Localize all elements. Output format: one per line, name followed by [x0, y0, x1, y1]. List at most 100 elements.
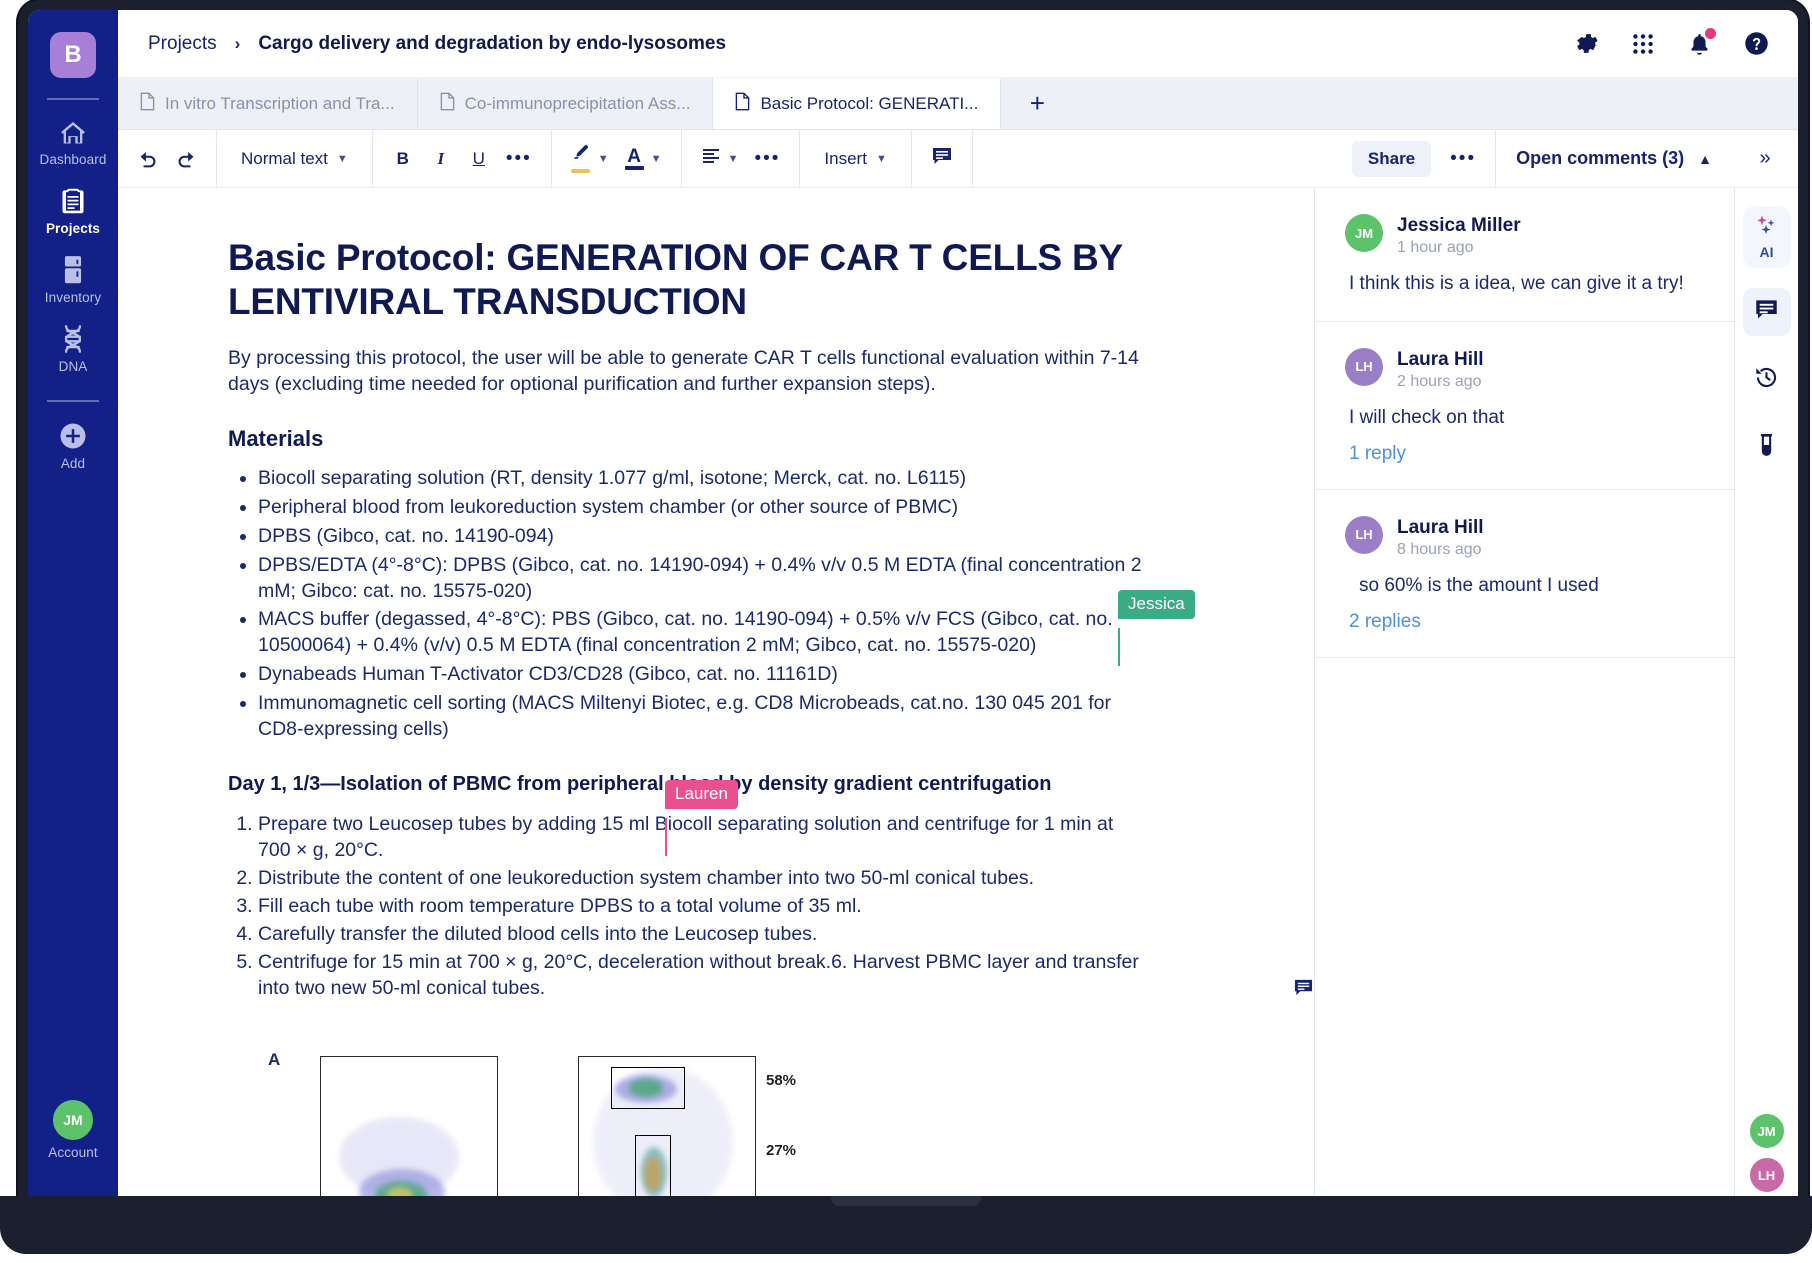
bell-icon[interactable] [1686, 28, 1716, 57]
comment-icon [1754, 298, 1779, 326]
sidebar-item-projects[interactable]: Projects [28, 173, 118, 242]
chevron-down-icon: ▼ [650, 152, 662, 165]
tab-item[interactable]: Co-immunoprecipitation Ass... [417, 78, 714, 129]
presence-avatar[interactable]: LH [1747, 1156, 1786, 1194]
materials-heading: Materials [228, 425, 324, 451]
comments-rail-button[interactable] [1742, 288, 1791, 336]
comment-item[interactable]: JM Jessica Miller 1 hour ago I think thi… [1315, 188, 1734, 322]
device-frame: B Dashboard Projects Inventory DNA Add J… [18, 0, 1808, 1230]
chevron-down-icon: ▼ [727, 152, 739, 165]
undo-icon[interactable] [132, 142, 164, 176]
comment-replies-link[interactable]: 2 replies [1349, 611, 1704, 633]
inline-comment-marker[interactable]: 1 [1293, 978, 1314, 1002]
text-style-label: Normal text [241, 148, 328, 168]
apps-grid-icon[interactable] [1630, 31, 1656, 57]
redo-icon[interactable] [170, 142, 202, 176]
comment-text: I think this is a idea, we can give it a… [1349, 272, 1684, 294]
avatar: JM [53, 1100, 93, 1140]
dna-helix-icon [59, 324, 87, 354]
history-clock-icon [1754, 365, 1779, 395]
chevron-down-icon: ▼ [336, 152, 348, 165]
materials-list: Biocoll separating solution (RT, density… [228, 466, 1148, 743]
document-icon [440, 92, 455, 116]
chevron-down-icon: ▼ [875, 152, 887, 165]
document-more-button[interactable]: ••• [1445, 142, 1481, 176]
comment-item[interactable]: LH Laura Hill 8 hours ago so 60% is the … [1315, 490, 1734, 658]
sidebar-item-label: Add [60, 456, 86, 471]
comment-timestamp: 2 hours ago [1397, 372, 1482, 390]
tab-label: Basic Protocol: GENERATI... [760, 93, 979, 113]
list-item: Distribute the content of one leukoreduc… [258, 866, 1148, 892]
comment-timestamp: 1 hour ago [1397, 238, 1474, 256]
ai-assistant-button[interactable]: AI [1742, 206, 1791, 268]
flow-cytometry-figure: A 58% 27% [258, 1050, 1148, 1220]
list-item: DPBS/EDTA (4°-8°C): DPBS (Gibco, cat. no… [258, 553, 1148, 605]
day-heading: Day 1, 1/3—Isolation of PBMC from periph… [228, 773, 1052, 796]
document-icon [735, 92, 750, 116]
comment-replies-link[interactable]: 1 reply [1349, 443, 1704, 465]
bold-button[interactable]: B [387, 142, 419, 176]
underline-button[interactable]: U [463, 142, 495, 176]
tab-item[interactable]: In vitro Transcription and Tra... [118, 78, 418, 129]
sidebar-item-dna[interactable]: DNA [28, 311, 118, 380]
text-format-more-button[interactable]: ••• [501, 142, 537, 176]
text-style-dropdown[interactable]: Normal text ▼ [231, 142, 358, 176]
list-item: Peripheral blood from leukoreduction sys… [258, 495, 1148, 521]
figure-panel-label: A [268, 1049, 281, 1069]
sidebar-item-add[interactable]: Add [28, 408, 118, 477]
app-logo[interactable]: B [50, 32, 96, 78]
open-comments-toggle[interactable]: Open comments (3) ▲ [1495, 130, 1732, 187]
list-item: Biocoll separating solution (RT, density… [258, 466, 1148, 492]
list-item: DPBS (Gibco, cat. no. 14190-094) [258, 524, 1148, 550]
avatar: LH [1345, 347, 1383, 386]
figure-gate-label: 27% [766, 1141, 797, 1159]
comment-author: Laura Hill [1397, 516, 1484, 538]
comment-icon [931, 146, 953, 171]
sidebar-item-dashboard[interactable]: Dashboard [28, 106, 118, 173]
presence-avatar[interactable]: JM [1747, 1112, 1786, 1150]
comment-item[interactable]: LH Laura Hill 2 hours ago I will check o… [1315, 322, 1734, 490]
comment-text: I will check on that [1349, 406, 1505, 428]
comment-icon [1293, 978, 1314, 1002]
highlighter-icon [571, 144, 591, 167]
insert-dropdown[interactable]: Insert ▼ [814, 142, 896, 176]
tab-label: In vitro Transcription and Tra... [165, 93, 395, 113]
italic-button[interactable]: I [425, 142, 457, 176]
highlight-color-button[interactable]: ▼ [566, 142, 614, 176]
comment-author: Laura Hill [1397, 348, 1484, 370]
device-notch [831, 1196, 981, 1206]
test-tube-icon [1755, 433, 1778, 463]
sidebar-item-inventory[interactable]: Inventory [28, 242, 118, 311]
breadcrumb-root[interactable]: Projects [148, 33, 217, 55]
gear-icon[interactable] [1573, 30, 1600, 57]
sidebar-item-label: Projects [45, 221, 101, 236]
new-tab-button[interactable]: + [1001, 78, 1073, 129]
avatar: JM [1345, 214, 1383, 252]
history-rail-button[interactable] [1743, 356, 1791, 404]
tab-item-active[interactable]: Basic Protocol: GENERATI... [713, 78, 1002, 129]
tab-bar: In vitro Transcription and Tra... Co-imm… [118, 78, 1798, 130]
sidebar-item-label: Account [48, 1145, 98, 1160]
add-comment-button[interactable] [926, 142, 958, 176]
collapse-panel-button[interactable]: » [1732, 130, 1798, 187]
ai-sparkle-icon [1754, 214, 1780, 243]
experiment-rail-button[interactable] [1743, 424, 1791, 472]
share-button[interactable]: Share [1351, 140, 1432, 177]
fridge-icon [60, 255, 86, 285]
list-item: Carefully transfer the diluted blood cel… [258, 922, 1148, 948]
list-item: Immunomagnetic cell sorting (MACS Milten… [258, 691, 1148, 743]
help-icon[interactable] [1743, 30, 1770, 57]
clipboard-icon [58, 186, 88, 216]
highlight-color-swatch [571, 169, 591, 173]
font-color-button[interactable]: A ▼ [620, 142, 667, 176]
document-pane[interactable]: Basic Protocol: GENERATION OF CAR T CELL… [118, 188, 1314, 1220]
align-button[interactable]: ▼ [696, 142, 744, 176]
chevron-up-icon: ▲ [1698, 150, 1712, 167]
avatar: LH [1345, 515, 1383, 554]
steps-list: Prepare two Leucosep tubes by adding 15 … [228, 812, 1148, 1001]
sidebar-item-label: DNA [58, 359, 88, 374]
figure-gate-label: 58% [766, 1071, 797, 1089]
align-more-button[interactable]: ••• [749, 142, 785, 176]
font-color-icon: A [627, 145, 642, 167]
presence-avatars: JM LH [1747, 1112, 1786, 1194]
